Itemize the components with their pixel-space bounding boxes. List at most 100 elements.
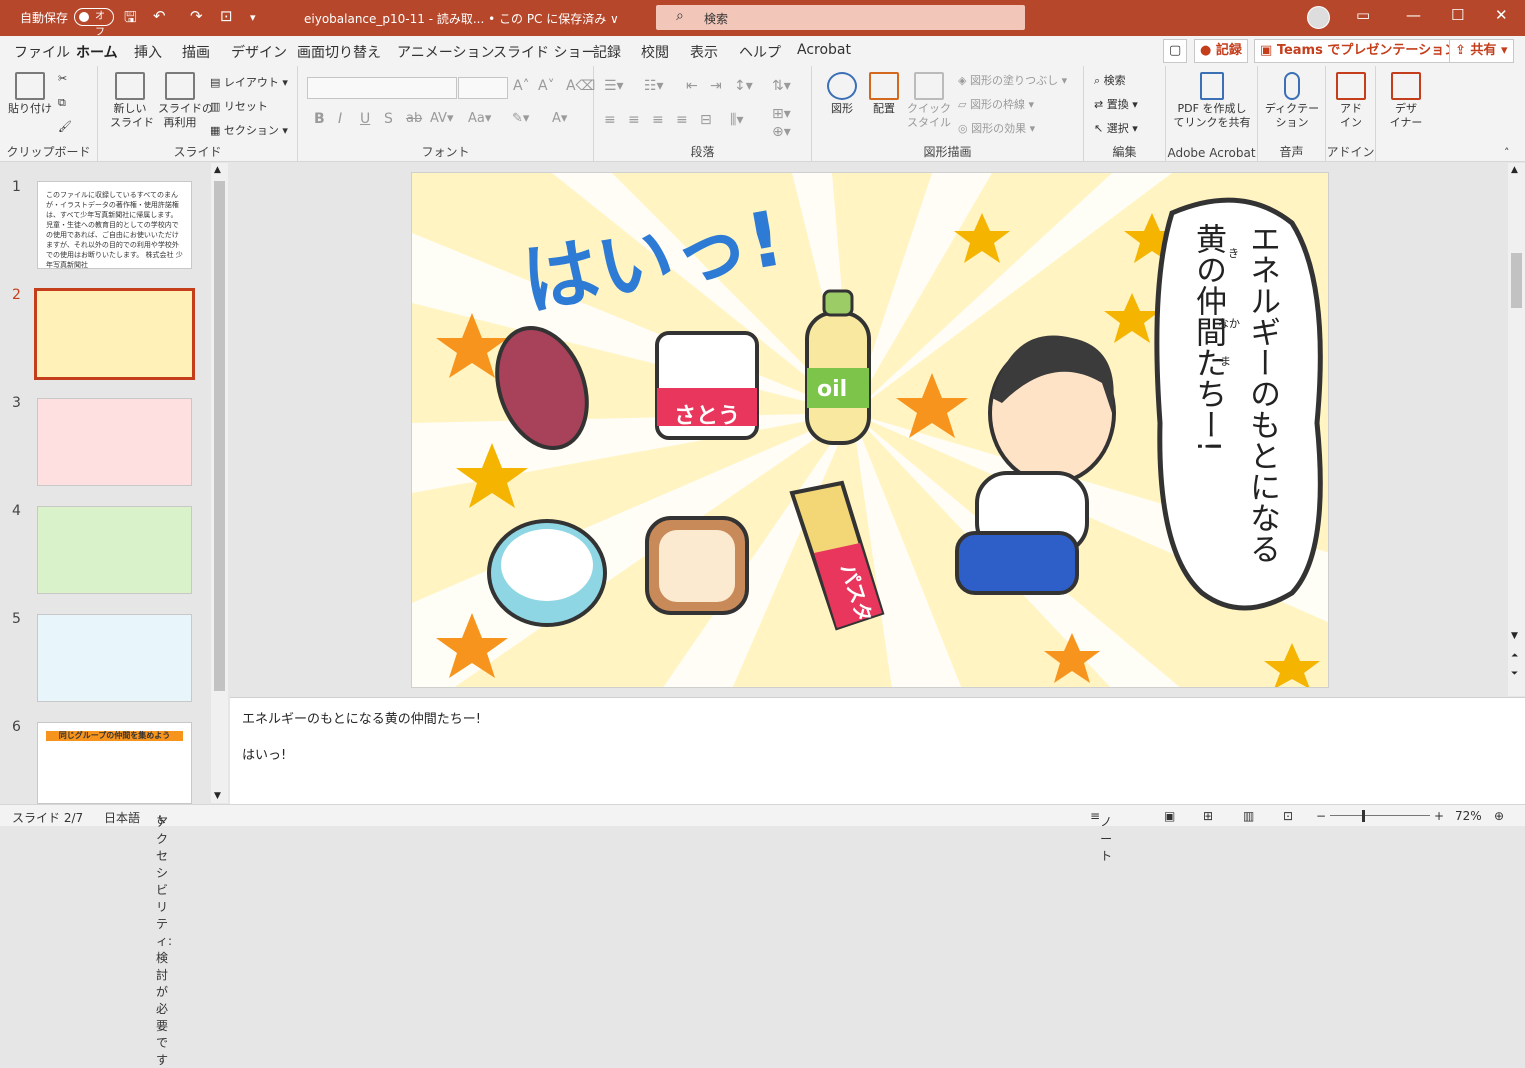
zoom-in-icon[interactable]: + (1434, 809, 1444, 823)
dictate-button[interactable]: ディクテー ション (1262, 72, 1322, 130)
format-painter-icon[interactable]: 🖌 (58, 120, 72, 133)
replace-button[interactable]: ⇄ 置換 ▾ (1094, 96, 1138, 112)
justify-icon[interactable]: ≡ (676, 112, 688, 128)
customize-qat-icon[interactable]: ▾ (250, 11, 256, 24)
minimize-icon[interactable]: — (1406, 6, 1421, 24)
slide-2[interactable]: はいっ! さとう oil パスタ エネルギーのもとになる 黄の仲間たちー! き … (411, 172, 1329, 688)
slide-thumbnail-3[interactable] (37, 398, 192, 486)
slide-scrollbar[interactable]: ▲ ▼ ⏶ ⏷ (1508, 163, 1525, 696)
quick-styles-button[interactable]: クイック スタイル (906, 72, 952, 130)
tab-view[interactable]: 表示 (690, 42, 718, 62)
notes-button[interactable]: ≡ ノート (1090, 809, 1112, 863)
designer-button[interactable]: デザ イナー (1386, 72, 1426, 130)
italic-button[interactable]: I (338, 111, 342, 127)
bullets-icon[interactable]: ☰▾ (604, 78, 624, 94)
thumbnail-scrollbar[interactable]: ▲ ▼ (211, 163, 228, 803)
tab-acrobat[interactable]: Acrobat (797, 42, 851, 58)
highlight-icon[interactable]: ✎▾ (512, 111, 529, 126)
change-case-icon[interactable]: Aa▾ (468, 111, 491, 126)
reading-view-icon[interactable]: ▥ (1243, 809, 1254, 823)
present-icon[interactable]: ⊡ (220, 7, 233, 25)
language-indicator[interactable]: 日本語 (104, 809, 140, 826)
tab-record[interactable]: 記録 (593, 42, 621, 62)
redo-icon[interactable]: ↷ (190, 7, 203, 25)
create-pdf-button[interactable]: PDF を作成し てリンクを共有 (1172, 72, 1252, 130)
zoom-level[interactable]: 72% (1455, 809, 1482, 823)
align-text-icon[interactable]: ⊞▾ (772, 106, 791, 122)
shape-outline-button[interactable]: ▱ 図形の枠線 ▾ (958, 96, 1034, 112)
scrollbar-thumb[interactable] (214, 181, 225, 691)
line-spacing-icon[interactable]: ↕▾ (734, 78, 753, 94)
align-left-icon[interactable]: ≡ (604, 112, 616, 128)
grow-font-icon[interactable]: A˄ (513, 78, 530, 94)
zoom-out-icon[interactable]: − (1316, 809, 1326, 823)
text-direction-icon[interactable]: ⇅▾ (772, 78, 791, 94)
tab-animations[interactable]: アニメーション (397, 42, 494, 62)
close-icon[interactable]: ✕ (1495, 6, 1508, 24)
align-right-icon[interactable]: ≡ (652, 112, 664, 128)
shadow-button[interactable]: S (384, 111, 393, 127)
scroll-up-icon[interactable]: ▲ (214, 165, 221, 175)
slide-thumbnail-5[interactable] (37, 614, 192, 702)
find-button[interactable]: ⌕ 検索 (1094, 72, 1126, 88)
align-center-icon[interactable]: ≡ (628, 112, 640, 128)
scroll-down-icon[interactable]: ▼ (214, 791, 221, 801)
layout-button[interactable]: ▤ レイアウト ▾ (210, 74, 288, 90)
font-size-field[interactable] (458, 77, 508, 99)
tab-transitions[interactable]: 画面切り替え (297, 42, 381, 62)
zoom-slider[interactable] (1330, 815, 1430, 816)
comments-icon[interactable]: ▢ (1163, 39, 1188, 63)
zoom-slider-thumb[interactable] (1362, 810, 1365, 822)
underline-button[interactable]: U (360, 111, 370, 127)
account-avatar[interactable] (1307, 6, 1330, 29)
shape-fill-button[interactable]: ◈ 図形の塗りつぶし ▾ (958, 72, 1067, 88)
maximize-icon[interactable]: ☐ (1451, 6, 1464, 24)
prev-slide-icon[interactable]: ⏶ (1511, 651, 1518, 661)
cut-icon[interactable]: ✂ (58, 72, 67, 85)
teams-button[interactable]: ▣ Teams でプレゼンテーション (1254, 39, 1464, 63)
distributed-icon[interactable]: ⊟ (700, 112, 712, 128)
fit-slide-icon[interactable]: ⊕ (1494, 809, 1504, 823)
font-color-icon[interactable]: A▾ (552, 111, 567, 126)
tab-help[interactable]: ヘルプ (739, 42, 781, 62)
section-button[interactable]: ▦ セクション ▾ (210, 122, 288, 138)
font-name-field[interactable] (307, 77, 457, 99)
reuse-slides-button[interactable]: スライドの 再利用 (158, 72, 213, 130)
collapse-ribbon-icon[interactable]: ˄ (1504, 146, 1510, 159)
share-button[interactable]: ⇪ 共有 ▾ (1449, 39, 1514, 63)
slide-thumbnail-6[interactable]: 同じグループの仲間を集めよう (37, 722, 192, 804)
bold-button[interactable]: B (314, 111, 325, 127)
scroll-down-icon[interactable]: ▼ (1511, 631, 1518, 641)
clear-format-icon[interactable]: A⌫ (566, 78, 595, 94)
search-input[interactable]: 検索 (704, 10, 728, 27)
record-button[interactable]: ● 記録 (1194, 39, 1248, 63)
smartart-icon[interactable]: ⊕▾ (772, 124, 791, 140)
slideshow-icon[interactable]: ⊡ (1283, 809, 1293, 823)
normal-view-icon[interactable]: ▣ (1164, 809, 1175, 823)
scroll-up-icon[interactable]: ▲ (1511, 165, 1518, 175)
slide-sorter-icon[interactable]: ⊞ (1203, 809, 1213, 823)
search-box[interactable]: ⌕ 検索 (656, 5, 1025, 30)
tab-file[interactable]: ファイル (14, 42, 70, 62)
arrange-button[interactable]: 配置 (866, 72, 902, 116)
tab-draw[interactable]: 描画 (182, 42, 210, 62)
document-title[interactable]: eiyobalance_p10-11 - 読み取... • この PC に保存済… (304, 10, 619, 27)
scrollbar-thumb[interactable] (1511, 253, 1522, 308)
tab-review[interactable]: 校閲 (641, 42, 669, 62)
addins-button[interactable]: アド イン (1332, 72, 1370, 130)
ribbon-display-icon[interactable]: ▭ (1356, 6, 1370, 24)
char-spacing-icon[interactable]: AV▾ (430, 111, 453, 126)
paste-button[interactable]: 貼り付け (6, 72, 54, 116)
slide-thumbnail-2[interactable] (34, 288, 195, 380)
shrink-font-icon[interactable]: A˅ (538, 78, 555, 94)
strikethrough-button[interactable]: ab (406, 111, 422, 126)
copy-icon[interactable]: ⧉ (58, 96, 66, 110)
tab-slideshow[interactable]: スライド ショー (493, 42, 595, 62)
autosave-toggle[interactable]: オフ (74, 8, 114, 38)
slide-thumbnail-4[interactable] (37, 506, 192, 594)
save-icon[interactable]: 🖫 (124, 7, 137, 32)
new-slide-button[interactable]: 新しい スライド (110, 72, 154, 130)
reset-button[interactable]: ▥ リセット (210, 98, 268, 114)
slide-thumbnail-1[interactable]: このファイルに収録しているすべてのまんが・イラストデータの著作権・使用許諾権は、… (37, 181, 192, 269)
tab-design[interactable]: デザイン (231, 42, 287, 62)
